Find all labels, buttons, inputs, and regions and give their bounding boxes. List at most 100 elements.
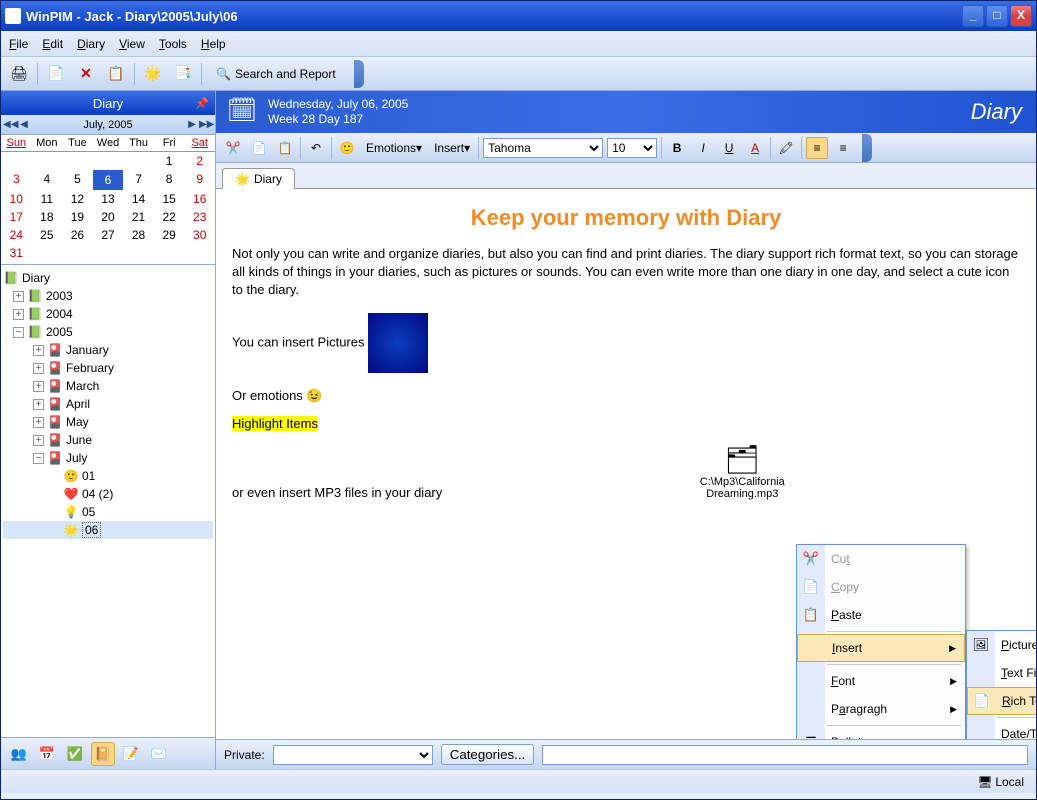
- calendar-day[interactable]: [62, 152, 93, 170]
- editor-toolbar-grip[interactable]: [862, 134, 872, 162]
- calendar-day[interactable]: 2: [184, 152, 215, 170]
- cut-icon[interactable]: ✂️: [222, 137, 244, 159]
- paste-icon[interactable]: 📋: [274, 137, 296, 159]
- toolbar-grip[interactable]: [354, 60, 364, 88]
- emotion-icon[interactable]: 🙂: [336, 137, 358, 159]
- calendar-day[interactable]: 22: [154, 208, 185, 226]
- prev-year-button[interactable]: ◀◀: [3, 119, 17, 130]
- font-color-button[interactable]: A: [744, 137, 766, 159]
- ctx-rtf[interactable]: 📄Rich Text Format File: [967, 687, 1036, 715]
- calendar-day[interactable]: 31: [1, 244, 32, 262]
- close-button[interactable]: X: [1010, 5, 1032, 27]
- calendar-day[interactable]: 5: [62, 170, 93, 190]
- calendar-day[interactable]: 29: [154, 226, 185, 244]
- calendar-day[interactable]: 24: [1, 226, 32, 244]
- new-icon[interactable]: 📄: [44, 62, 68, 86]
- calendar-day[interactable]: 9: [184, 170, 215, 190]
- calendar-day[interactable]: [62, 244, 93, 262]
- ctx-copy[interactable]: 📄Copy: [797, 573, 965, 601]
- emotions-dropdown[interactable]: Emotions▾: [362, 139, 426, 157]
- calendar-day[interactable]: 11: [32, 190, 63, 208]
- expand-icon[interactable]: +: [13, 291, 24, 302]
- next-month-button[interactable]: ▶: [185, 119, 199, 130]
- print-icon[interactable]: 🖨: [7, 62, 31, 86]
- menu-edit[interactable]: Edit: [42, 37, 63, 51]
- menu-file[interactable]: File: [9, 37, 28, 51]
- font-size-select[interactable]: 10: [607, 138, 657, 158]
- calendar-day[interactable]: [32, 244, 63, 262]
- calendar-day[interactable]: 12: [62, 190, 93, 208]
- menu-diary[interactable]: Diary: [77, 37, 105, 51]
- calendar-day[interactable]: 3: [1, 170, 32, 190]
- categories-field[interactable]: [542, 745, 1028, 765]
- calendar-day[interactable]: 1: [154, 152, 185, 170]
- calendar-day[interactable]: 8: [154, 170, 185, 190]
- calendar-day[interactable]: 6: [93, 170, 124, 190]
- prev-month-button[interactable]: ◀: [17, 119, 31, 130]
- align-left-button[interactable]: ≡: [806, 137, 828, 159]
- calendar-day[interactable]: 18: [32, 208, 63, 226]
- tasks-view-button[interactable]: ✅: [63, 742, 87, 766]
- menu-tools[interactable]: Tools: [159, 37, 187, 51]
- mail-view-button[interactable]: ✉️: [147, 742, 171, 766]
- calendar-day[interactable]: 30: [184, 226, 215, 244]
- document-area[interactable]: Keep your memory with Diary Not only you…: [216, 189, 1036, 739]
- ctx-picture[interactable]: 🖼Picture: [967, 631, 1036, 659]
- contacts-view-button[interactable]: 👥: [7, 742, 31, 766]
- calendar-day[interactable]: [123, 244, 154, 262]
- ctx-bullets[interactable]: ☰Bullets: [797, 728, 965, 739]
- ctx-cut[interactable]: ✂️Cut: [797, 545, 965, 573]
- pin-icon[interactable]: 📌: [195, 97, 209, 110]
- diary-tree[interactable]: 📗Diary +📗2003 +📗2004 −📗2005 +🎴January +🎴…: [1, 265, 215, 737]
- ctx-insert[interactable]: Insert▶: [797, 634, 965, 662]
- ctx-paste[interactable]: 📋Paste: [797, 601, 965, 629]
- notes-view-button[interactable]: 📝: [119, 742, 143, 766]
- ctx-datetime[interactable]: Date/Time▶: [967, 720, 1036, 739]
- calendar-day[interactable]: 26: [62, 226, 93, 244]
- ctx-font[interactable]: Font▶: [797, 667, 965, 695]
- calendar-day[interactable]: 17: [1, 208, 32, 226]
- align-center-button[interactable]: ≡: [832, 137, 854, 159]
- diary-view-button[interactable]: 📔: [91, 742, 115, 766]
- calendar-day[interactable]: 21: [123, 208, 154, 226]
- calendar-day[interactable]: 23: [184, 208, 215, 226]
- font-name-select[interactable]: Tahoma: [483, 138, 603, 158]
- calendar-day[interactable]: 10: [1, 190, 32, 208]
- menu-view[interactable]: View: [119, 37, 145, 51]
- calendar-day[interactable]: 27: [93, 226, 124, 244]
- bold-button[interactable]: B: [666, 137, 688, 159]
- private-select[interactable]: [273, 745, 433, 765]
- calendar-day[interactable]: [93, 152, 124, 170]
- copy-icon[interactable]: 📋: [104, 62, 128, 86]
- icon-picker[interactable]: 🌟: [141, 62, 165, 86]
- highlight-button[interactable]: 🖍: [775, 137, 797, 159]
- menu-help[interactable]: Help: [201, 37, 226, 51]
- ctx-paragraph[interactable]: Paragragh▶: [797, 695, 965, 723]
- ctx-textfile[interactable]: Text File: [967, 659, 1036, 687]
- calendar-day[interactable]: 15: [154, 190, 185, 208]
- calendar-day[interactable]: 25: [32, 226, 63, 244]
- delete-icon[interactable]: ✕: [74, 62, 98, 86]
- calendar-day[interactable]: [123, 152, 154, 170]
- template-icon[interactable]: 📑: [171, 62, 195, 86]
- insert-dropdown[interactable]: Insert▾: [430, 139, 474, 157]
- calendar-day[interactable]: 20: [93, 208, 124, 226]
- calendar-view-button[interactable]: 📅: [35, 742, 59, 766]
- undo-icon[interactable]: ↶: [305, 137, 327, 159]
- next-year-button[interactable]: ▶▶: [199, 119, 213, 130]
- calendar-day[interactable]: [154, 244, 185, 262]
- calendar-day[interactable]: 14: [123, 190, 154, 208]
- search-report-button[interactable]: 🔍 Search and Report: [208, 65, 344, 83]
- minimize-button[interactable]: _: [962, 5, 984, 27]
- underline-button[interactable]: U: [718, 137, 740, 159]
- copy-icon[interactable]: 📄: [248, 137, 270, 159]
- tab-diary[interactable]: 🌟 Diary: [222, 168, 295, 189]
- categories-button[interactable]: Categories...: [441, 744, 535, 765]
- embedded-file[interactable]: 🗂 C:\Mp3\California Dreaming.mp3: [682, 443, 802, 500]
- calendar-day[interactable]: [184, 244, 215, 262]
- calendar-day[interactable]: 4: [32, 170, 63, 190]
- calendar-day[interactable]: 16: [184, 190, 215, 208]
- calendar-day[interactable]: 28: [123, 226, 154, 244]
- calendar-day[interactable]: [1, 152, 32, 170]
- calendar-day[interactable]: 19: [62, 208, 93, 226]
